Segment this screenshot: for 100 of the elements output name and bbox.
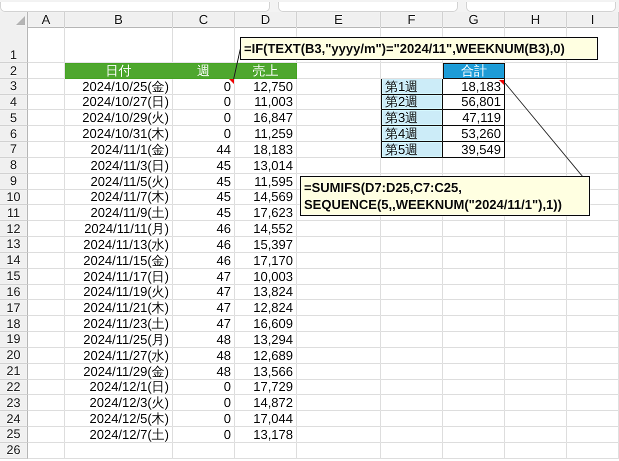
row-header[interactable]: 6 [0, 126, 28, 142]
total-cell: 53,260 [443, 126, 505, 142]
empty-cell [381, 427, 443, 443]
row-header[interactable]: 26 [0, 442, 28, 459]
empty-cell [381, 395, 443, 412]
row-header[interactable]: 2 [0, 63, 28, 79]
column-header[interactable]: B [65, 12, 173, 28]
week-cell: 45 [173, 174, 235, 190]
empty-cell [443, 332, 505, 348]
row-header[interactable]: 14 [0, 252, 28, 269]
row-header[interactable]: 18 [0, 316, 28, 332]
sales-cell: 17,729 [235, 380, 297, 396]
total-cell: 56,801 [443, 94, 505, 110]
empty-cell [567, 442, 619, 459]
column-header[interactable]: D [235, 12, 297, 28]
column-header[interactable]: H [505, 12, 567, 28]
sales-cell: 13,824 [235, 284, 297, 300]
column-header[interactable]: E [297, 12, 381, 28]
empty-cell [443, 364, 505, 380]
date-cell: 2024/12/3(火) [65, 395, 173, 412]
week-cell: 46 [173, 221, 235, 238]
row-header[interactable]: 25 [0, 427, 28, 443]
row-header[interactable]: 13 [0, 237, 28, 253]
row-header[interactable]: 8 [0, 158, 28, 174]
name-box[interactable] [0, 2, 270, 12]
empty-cell [443, 348, 505, 364]
date-cell: 2024/11/17(日) [65, 268, 173, 285]
empty-cell [381, 442, 443, 459]
week-cell: 0 [173, 395, 235, 412]
week-cell: 45 [173, 190, 235, 206]
row-header[interactable]: 7 [0, 142, 28, 158]
empty-cell [443, 268, 505, 285]
date-cell: 2024/11/13(水) [65, 237, 173, 253]
row-header[interactable]: 3 [0, 78, 28, 95]
row-header[interactable]: 1 [0, 27, 28, 63]
row-header[interactable]: 10 [0, 190, 28, 206]
empty-cell [505, 284, 567, 300]
row-header[interactable]: 11 [0, 205, 28, 222]
empty-cell [567, 237, 619, 253]
row-header[interactable]: 16 [0, 284, 28, 300]
column-heading: 合計 [443, 63, 505, 79]
empty-cell [443, 380, 505, 396]
sales-cell: 12,689 [235, 348, 297, 364]
week-label-cell: 第3週 [381, 110, 443, 126]
sales-cell: 12,750 [235, 78, 297, 95]
column-header[interactable]: A [28, 12, 65, 28]
empty-cell [567, 268, 619, 285]
row-header[interactable]: 9 [0, 174, 28, 190]
sales-cell: 11,003 [235, 94, 297, 110]
row-header[interactable]: 5 [0, 110, 28, 126]
empty-cell [235, 442, 297, 459]
week-cell: 45 [173, 205, 235, 222]
row-header[interactable]: 24 [0, 411, 28, 428]
column-header[interactable]: I [567, 12, 619, 28]
empty-cell [443, 300, 505, 316]
week-cell: 48 [173, 332, 235, 348]
empty-cell [567, 94, 619, 110]
week-cell: 47 [173, 284, 235, 300]
empty-cell [505, 348, 567, 364]
row-header[interactable]: 15 [0, 268, 28, 285]
sales-cell: 13,566 [235, 364, 297, 380]
date-cell: 2024/10/25(金) [65, 78, 173, 95]
empty-cell [505, 411, 567, 428]
empty-cell [567, 158, 619, 174]
row-header[interactable]: 21 [0, 364, 28, 380]
row-header[interactable]: 20 [0, 348, 28, 364]
empty-cell [567, 427, 619, 443]
sales-cell: 13,178 [235, 427, 297, 443]
column-header[interactable]: F [381, 12, 443, 28]
empty-cell [381, 348, 443, 364]
row-header[interactable]: 12 [0, 221, 28, 238]
formula-bar[interactable] [466, 2, 616, 12]
row-header[interactable]: 22 [0, 380, 28, 396]
corner-triangle-icon [16, 16, 25, 25]
select-all-corner[interactable] [0, 12, 28, 28]
week-cell: 0 [173, 126, 235, 142]
empty-cell [443, 427, 505, 443]
row-header[interactable]: 17 [0, 300, 28, 316]
column-header[interactable]: G [443, 12, 505, 28]
formula-callout: =IF(TEXT(B3,"yyyy/m")="2024/11",WEEKNUM(B3),0) [240, 37, 598, 60]
week-cell: 0 [173, 94, 235, 110]
toolbar-field[interactable] [278, 2, 458, 12]
empty-cell [505, 110, 567, 126]
row-header[interactable]: 23 [0, 395, 28, 412]
date-cell: 2024/11/9(土) [65, 205, 173, 222]
sales-cell: 16,609 [235, 316, 297, 332]
empty-cell [381, 380, 443, 396]
empty-cell [567, 252, 619, 269]
total-cell: 39,549 [443, 142, 505, 158]
row-header[interactable]: 19 [0, 332, 28, 348]
empty-cell [567, 395, 619, 412]
sales-cell: 14,872 [235, 395, 297, 412]
total-cell: 47,119 [443, 110, 505, 126]
date-cell: 2024/11/19(火) [65, 284, 173, 300]
empty-cell [567, 126, 619, 142]
empty-cell [567, 316, 619, 332]
week-cell: 0 [173, 110, 235, 126]
column-header[interactable]: C [173, 12, 235, 28]
empty-cell [443, 442, 505, 459]
row-header[interactable]: 4 [0, 94, 28, 110]
